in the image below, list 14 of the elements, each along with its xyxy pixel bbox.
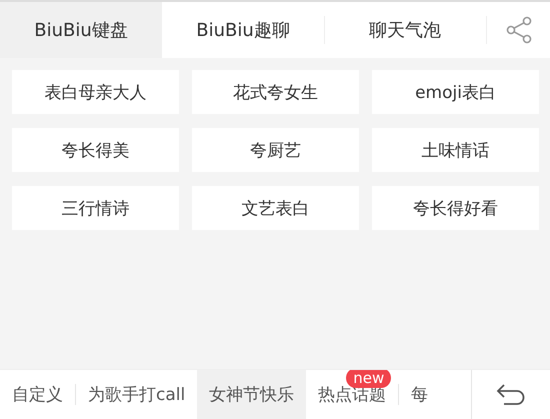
phrase-button[interactable]: 三行情诗 — [12, 186, 179, 230]
category-tab[interactable]: 女神节快乐 — [197, 370, 306, 419]
new-badge: new — [346, 370, 392, 388]
phrase-button[interactable]: 表白母亲大人 — [12, 70, 179, 114]
back-arrow-icon — [496, 382, 526, 406]
phrase-button[interactable]: 花式夸女生 — [192, 70, 359, 114]
phrase-button[interactable]: 夸厨艺 — [192, 128, 359, 172]
phrase-button[interactable]: emoji表白 — [372, 70, 539, 114]
top-tab[interactable]: BiuBiu键盘 — [0, 2, 162, 58]
phrase-button[interactable]: 夸长得好看 — [372, 186, 539, 230]
phrase-button[interactable]: 土味情话 — [372, 128, 539, 172]
phrase-button[interactable]: 夸长得美 — [12, 128, 179, 172]
share-icon — [504, 16, 532, 44]
phrase-button[interactable]: 文艺表白 — [192, 186, 359, 230]
